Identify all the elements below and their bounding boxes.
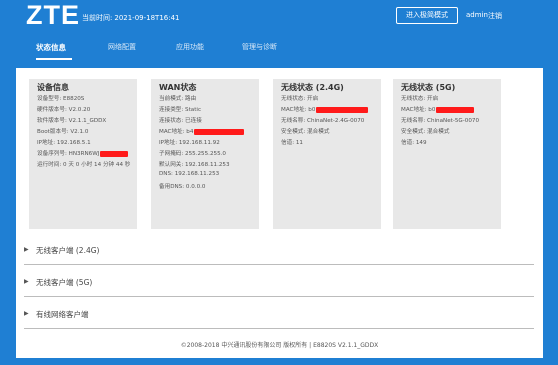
redaction-mark bbox=[316, 106, 369, 113]
wifi-24g-channel: 信道: 11 bbox=[281, 140, 303, 146]
top-bar: ZTE 当前时间: 2021-09-18T16:41 进入极简模式 admin 注… bbox=[0, 0, 558, 32]
logout-link[interactable]: 注销 bbox=[488, 11, 502, 21]
uptime: 运行时间: 0 天 0 小时 14 分钟 44 秒 bbox=[37, 162, 131, 168]
wan-status-card: WAN状态 当前模式: 路由 连接类型: Static 连接状态: 已连接 MA… bbox=[151, 79, 259, 229]
wifi-5g-mac: MAC地址: b0 bbox=[401, 105, 475, 113]
redaction-mark bbox=[100, 150, 129, 157]
wan-backup-dns: 备用DNS: 0.0.0.0 bbox=[159, 184, 206, 190]
username: admin bbox=[466, 11, 488, 19]
section-wifi-5g-clients[interactable]: ▶ 无线客户端 (5G) bbox=[24, 268, 534, 297]
zte-logo: ZTE bbox=[26, 0, 80, 30]
device-info-title: 设备信息 bbox=[37, 83, 69, 92]
simple-mode-button[interactable]: 进入极简模式 bbox=[396, 7, 458, 24]
section-label: 有线网络客户端 bbox=[36, 310, 89, 319]
content-panel: 设备信息 设备型号: E8820S 硬件版本号: V2.0.20 软件版本号: … bbox=[16, 68, 543, 358]
wan-mac-text: MAC地址: b4 bbox=[159, 129, 194, 135]
expand-arrow-icon: ▶ bbox=[24, 310, 29, 317]
section-label: 无线客户端 (2.4G) bbox=[36, 246, 100, 255]
wan-subnet-mask: 子网掩码: 255.255.255.0 bbox=[159, 151, 226, 157]
wifi-5g-card: 无线状态 (5G) 无线状态: 开启 MAC地址: b0 无线名称: China… bbox=[393, 79, 501, 229]
wifi-24g-mac-text: MAC地址: b0 bbox=[281, 107, 316, 113]
wifi-5g-ssid: 无线名称: ChinaNet-5G-0070 bbox=[401, 118, 480, 124]
time-label: 当前时间: bbox=[82, 14, 113, 22]
wan-status-title: WAN状态 bbox=[159, 83, 197, 92]
serial-number-text: 设备序列号: HN3RN6WJ bbox=[37, 151, 100, 157]
expand-arrow-icon: ▶ bbox=[24, 246, 29, 253]
wan-gateway: 默认网关: 192.168.11.253 bbox=[159, 162, 230, 168]
current-time: 当前时间: 2021-09-18T16:41 bbox=[82, 13, 180, 23]
wan-connection-status: 连接状态: 已连接 bbox=[159, 118, 202, 124]
device-info-card: 设备信息 设备型号: E8820S 硬件版本号: V2.0.20 软件版本号: … bbox=[29, 79, 137, 229]
section-label: 无线客户端 (5G) bbox=[36, 278, 93, 287]
wan-mode: 当前模式: 路由 bbox=[159, 96, 197, 102]
wan-connection-type: 连接类型: Static bbox=[159, 107, 202, 113]
wifi-5g-state: 无线状态: 开启 bbox=[401, 96, 439, 102]
hardware-version: 硬件版本号: V2.0.20 bbox=[37, 107, 91, 113]
redaction-mark bbox=[194, 128, 245, 135]
ip-address: IP地址: 192.168.5.1 bbox=[37, 140, 91, 146]
wifi-5g-title: 无线状态 (5G) bbox=[401, 83, 456, 92]
serial-number: 设备序列号: HN3RN6WJ bbox=[37, 149, 129, 157]
wifi-24g-state: 无线状态: 开启 bbox=[281, 96, 319, 102]
expand-arrow-icon: ▶ bbox=[24, 278, 29, 285]
wifi-24g-card: 无线状态 (2.4G) 无线状态: 开启 MAC地址: b0 无线名称: Chi… bbox=[273, 79, 381, 229]
nav-status-info[interactable]: 状态信息 bbox=[36, 42, 66, 53]
nav-app-functions[interactable]: 应用功能 bbox=[176, 42, 204, 52]
wifi-24g-security: 安全模式: 混合模式 bbox=[281, 129, 330, 135]
wifi-5g-security: 安全模式: 混合模式 bbox=[401, 129, 450, 135]
wan-ip: IP地址: 192.168.11.92 bbox=[159, 140, 220, 146]
wan-dns: DNS: 192.168.11.253 bbox=[159, 171, 220, 177]
wifi-24g-mac: MAC地址: b0 bbox=[281, 105, 369, 113]
footer-copyright: ©2008-2018 中兴通讯股份有限公司 版权所有 | E8820S V2.1… bbox=[180, 342, 379, 349]
wifi-24g-ssid: 无线名称: ChinaNet-2.4G-0070 bbox=[281, 118, 365, 124]
section-wired-clients[interactable]: ▶ 有线网络客户端 bbox=[24, 300, 534, 329]
active-tab-indicator bbox=[36, 58, 72, 60]
wifi-5g-mac-text: MAC地址: b0 bbox=[401, 107, 436, 113]
section-wifi-24g-clients[interactable]: ▶ 无线客户端 (2.4G) bbox=[24, 236, 534, 265]
nav-network-config[interactable]: 网络配置 bbox=[108, 42, 136, 52]
boot-version: Boot版本号: V2.1.0 bbox=[37, 129, 89, 135]
wifi-24g-title: 无线状态 (2.4G) bbox=[281, 83, 344, 92]
redaction-mark bbox=[436, 106, 475, 113]
wan-mac: MAC地址: b4 bbox=[159, 127, 245, 135]
wifi-5g-channel: 信道: 149 bbox=[401, 140, 427, 146]
main-nav: 状态信息 网络配置 应用功能 管理与诊断 bbox=[0, 32, 558, 64]
nav-management-diagnosis[interactable]: 管理与诊断 bbox=[242, 42, 277, 52]
time-value: 2021-09-18T16:41 bbox=[114, 14, 180, 22]
device-model: 设备型号: E8820S bbox=[37, 96, 85, 102]
software-version: 软件版本号: V2.1.1_GDDX bbox=[37, 118, 107, 124]
